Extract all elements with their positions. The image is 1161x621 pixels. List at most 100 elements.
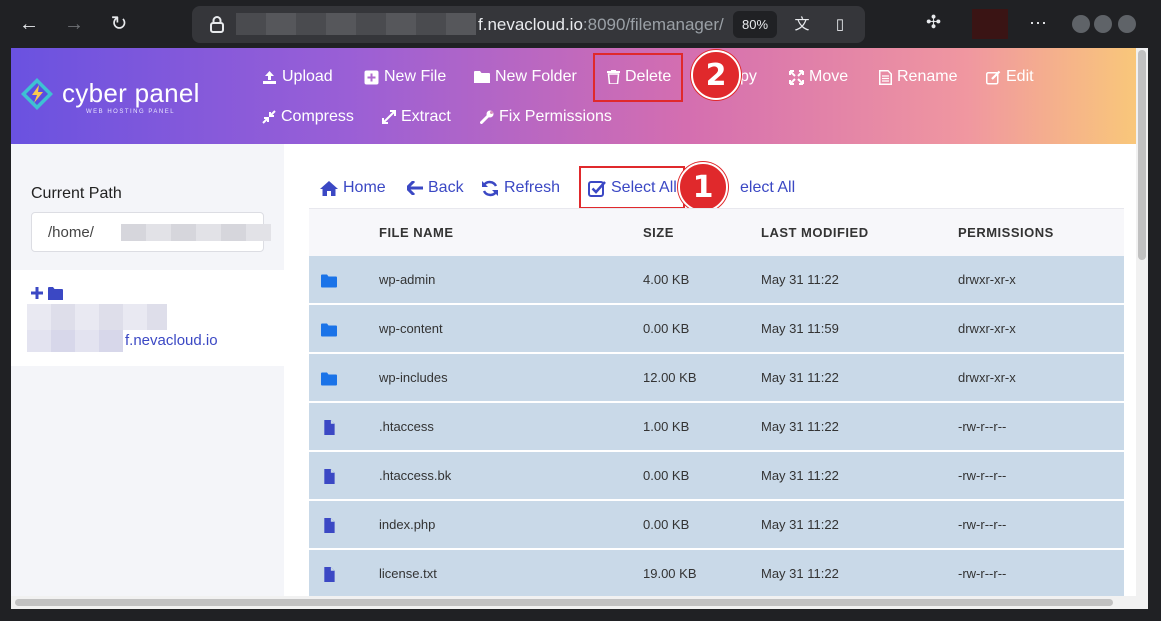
current-path-panel: Current Path /home/ [11,144,284,269]
home-button[interactable]: Home [320,179,386,197]
current-path-label: Current Path [31,185,122,202]
file-name-cell[interactable]: wp-content [379,321,443,336]
edit-button[interactable]: Edit [986,68,1034,86]
file-permissions-cell[interactable]: drwxr-xr-x [958,370,1016,385]
maximize-button[interactable] [1094,15,1112,33]
file-permissions-cell[interactable]: -rw-r--r-- [958,468,1006,483]
table-row[interactable]: .htaccess.bk 0.00 KB May 31 11:22 -rw-r--r-… [309,452,1124,500]
file-size-cell: 0.00 KB [643,468,690,483]
col-size[interactable]: SIZE [643,225,674,240]
plus-square-icon [364,70,379,84]
refresh-icon [482,180,498,196]
table-row[interactable]: .htaccess 1.00 KB May 31 11:22 -rw-r--r-- [309,403,1124,451]
sidebar: Current Path /home/ f.nevacloud.io [11,144,284,609]
address-bar[interactable]: f.nevacloud.io:8090/filemanager/ 80% 文 ▯ [192,6,865,43]
table-row[interactable]: wp-content 0.00 KB May 31 11:59 drwxr-xr-x [309,305,1124,353]
logo-text: cyber panel [62,78,200,108]
table-row[interactable]: license.txt 19.00 KB May 31 11:22 -rw-r--r-… [309,550,1124,598]
file-manager-header: cyber panel WEB HOSTING PANEL Upload New… [11,48,1136,144]
close-button[interactable] [1118,15,1136,33]
browser-toolbar: ← → ↻ f.nevacloud.io:8090/filemanager/ 8… [0,0,1161,48]
file-size-cell: 1.00 KB [643,419,690,434]
reload-icon[interactable]: ↻ [105,10,133,38]
folder-icon [321,274,337,288]
new-folder-button[interactable]: New Folder [474,68,577,86]
file-size-cell: 19.00 KB [643,566,697,581]
edit-label: Edit [1006,68,1034,85]
edit-icon [986,70,1001,84]
file-permissions-cell[interactable]: drwxr-xr-x [958,272,1016,287]
arrow-left-icon [407,181,423,195]
extract-label: Extract [401,108,451,125]
compress-label: Compress [281,108,354,125]
upload-button[interactable]: Upload [262,68,333,86]
table-row[interactable]: wp-admin 4.00 KB May 31 11:22 drwxr-xr-x [309,256,1124,304]
back-button[interactable]: Back [407,179,464,197]
file-name-cell[interactable]: .htaccess.bk [379,468,451,483]
file-permissions-cell[interactable]: -rw-r--r-- [958,419,1006,434]
step-2-badge: 2 [691,50,741,100]
file-name-cell[interactable]: wp-includes [379,370,448,385]
file-permissions-cell[interactable]: drwxr-xr-x [958,321,1016,336]
translate-icon[interactable]: 文 [790,13,814,37]
file-modified-cell: May 31 11:22 [761,370,839,385]
horizontal-scrollbar[interactable] [11,596,1136,609]
fix-permissions-button[interactable]: Fix Permissions [480,108,612,126]
new-file-label: New File [384,68,447,85]
col-last-modified[interactable]: LAST MODIFIED [761,225,869,240]
lock-icon [210,16,224,33]
forward-arrow-icon[interactable]: → [60,10,88,38]
more-menu-icon[interactable]: ⋯ [1026,10,1050,36]
refresh-label: Refresh [504,179,561,196]
file-name-cell[interactable]: license.txt [379,566,437,581]
move-button[interactable]: Move [789,68,848,86]
file-modified-cell: May 31 11:22 [761,566,839,581]
col-permissions[interactable]: PERMISSIONS [958,225,1054,240]
zoom-indicator[interactable]: 80% [733,11,777,38]
upload-icon [263,70,276,84]
delete-highlight-box [593,53,683,102]
arrows-alt-icon [789,69,804,85]
file-name-cell[interactable]: .htaccess [379,419,434,434]
back-arrow-icon[interactable]: ← [15,10,43,38]
file-size-cell: 0.00 KB [643,321,690,336]
plus-folder-icon[interactable] [31,285,71,303]
unselect-all-label: elect All [740,179,796,196]
file-name-cell[interactable]: index.php [379,517,435,532]
unselect-all-button[interactable]: elect All [740,179,795,197]
minimize-button[interactable] [1072,15,1090,33]
url-text: f.nevacloud.io:8090/filemanager/ [478,15,724,34]
file-name-cell[interactable]: wp-admin [379,272,435,287]
file-modified-cell: May 31 11:22 [761,272,839,287]
file-size-cell: 12.00 KB [643,370,697,385]
extensions-icon[interactable]: ✣ [926,12,950,36]
domain-redacted [27,304,167,330]
refresh-button[interactable]: Refresh [481,179,560,197]
fix-permissions-label: Fix Permissions [499,108,612,125]
reading-list-icon[interactable]: ▯ [828,13,852,37]
rename-label: Rename [897,68,958,85]
extract-button[interactable]: Extract [382,108,451,126]
tree-domain-link[interactable]: f.nevacloud.io [125,332,218,349]
file-permissions-cell[interactable]: -rw-r--r-- [958,566,1006,581]
current-path-value: /home/ [48,224,94,241]
col-file-name[interactable]: FILE NAME [379,225,454,240]
current-path-field[interactable]: /home/ [31,212,271,252]
home-icon [320,180,338,196]
vertical-scrollbar[interactable] [1136,48,1148,609]
window-bottom-edge [0,609,1161,621]
rename-button[interactable]: Rename [879,68,957,86]
table-header: FILE NAME SIZE LAST MODIFIED PERMISSIONS [309,208,1124,256]
table-row[interactable]: wp-includes 12.00 KB May 31 11:22 drwxr-xr-… [309,354,1124,402]
copy-button[interactable]: py [740,68,757,86]
file-icon [324,567,335,582]
avatar[interactable] [972,9,1008,39]
cyberpanel-logo-icon [21,78,53,110]
wrench-icon [480,110,494,124]
compress-button[interactable]: Compress [262,108,354,126]
table-row[interactable]: index.php 0.00 KB May 31 11:22 -rw-r--r-- [309,501,1124,549]
new-file-button[interactable]: New File [364,68,446,86]
file-permissions-cell[interactable]: -rw-r--r-- [958,517,1006,532]
new-folder-label: New Folder [495,68,577,85]
file-icon [324,420,335,435]
